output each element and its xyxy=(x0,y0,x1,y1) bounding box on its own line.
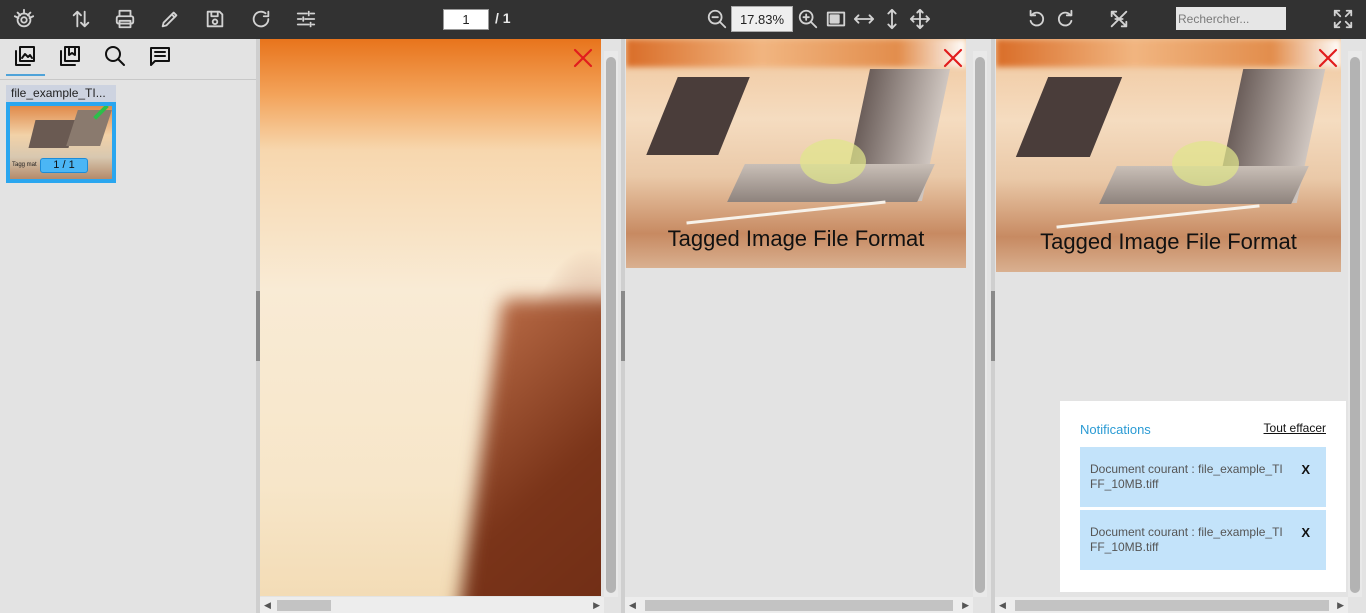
horizontal-scrollbar[interactable]: ◀ ▶ xyxy=(260,597,604,613)
top-toolbar: / 1 xyxy=(0,0,1366,39)
settings-sliders-icon[interactable] xyxy=(293,6,319,32)
notification-item: Document courant : file_example_TIFF_10M… xyxy=(1080,510,1326,570)
thumbnail-card[interactable]: file_example_TI... Tagg mat 1 / 1 xyxy=(6,85,116,183)
comments-tab-icon[interactable] xyxy=(146,42,174,70)
rotate-left-icon[interactable] xyxy=(1024,6,1050,32)
horizontal-scrollbar[interactable]: ◀ ▶ xyxy=(625,597,973,613)
sidebar-divider xyxy=(0,79,256,80)
search-input[interactable] xyxy=(1176,7,1286,30)
fit-width-icon[interactable] xyxy=(851,6,877,32)
fit-page-icon[interactable] xyxy=(823,6,849,32)
logo-icon[interactable] xyxy=(11,6,37,32)
page-number-input[interactable] xyxy=(443,9,489,30)
compare-tools-icon[interactable] xyxy=(1106,6,1132,32)
page-total-label: / 1 xyxy=(495,10,511,26)
close-pane-icon[interactable] xyxy=(942,47,964,69)
document-image[interactable]: Tagged Image File Format xyxy=(996,39,1341,272)
sidebar: file_example_TI... Tagg mat 1 / 1 xyxy=(0,39,256,613)
thumbnail-page-label: 1 / 1 xyxy=(40,158,88,173)
bookmarks-tab-icon[interactable] xyxy=(56,42,84,70)
search-tab-icon[interactable] xyxy=(101,42,129,70)
document-image-zoomed[interactable] xyxy=(260,39,601,596)
refresh-icon[interactable] xyxy=(248,6,274,32)
vertical-scrollbar[interactable] xyxy=(604,51,618,597)
vertical-scrollbar[interactable] xyxy=(1348,51,1362,597)
rotate-right-icon[interactable] xyxy=(1052,6,1078,32)
close-pane-icon[interactable] xyxy=(1317,47,1339,69)
viewer-pane-2: Tagged Image File Format ◀ ▶ xyxy=(625,39,991,613)
image-caption: Tagged Image File Format xyxy=(667,226,925,251)
notification-text: Document courant : file_example_TIFF_10M… xyxy=(1090,525,1283,554)
thumbnail-filename: file_example_TI... xyxy=(11,86,106,100)
horizontal-scrollbar[interactable]: ◀ ▶ xyxy=(995,597,1348,613)
save-icon[interactable] xyxy=(202,6,228,32)
pencil-icon[interactable] xyxy=(157,6,183,32)
viewer-pane-1: ◀ ▶ xyxy=(260,39,621,613)
zoom-in-icon[interactable] xyxy=(795,6,821,32)
thumbnail-caption: Tagg mat xyxy=(12,162,37,168)
vertical-scrollbar[interactable] xyxy=(973,51,987,597)
clear-all-link[interactable]: Tout effacer xyxy=(1264,421,1326,435)
sort-icon[interactable] xyxy=(68,6,94,32)
active-tab-indicator xyxy=(6,74,45,76)
print-icon[interactable] xyxy=(112,6,138,32)
notification-text: Document courant : file_example_TIFF_10M… xyxy=(1090,462,1283,491)
thumbnail-frame[interactable]: Tagg mat 1 / 1 xyxy=(6,102,116,183)
dismiss-notification-button[interactable]: X xyxy=(1301,462,1310,477)
dismiss-notification-button[interactable]: X xyxy=(1301,525,1310,540)
fullscreen-icon[interactable] xyxy=(1330,6,1356,32)
fit-height-icon[interactable] xyxy=(879,6,905,32)
notification-item: Document courant : file_example_TIFF_10M… xyxy=(1080,447,1326,507)
pan-move-icon[interactable] xyxy=(907,6,933,32)
image-caption: Tagged Image File Format xyxy=(1040,229,1297,254)
close-pane-icon[interactable] xyxy=(572,47,594,69)
notifications-title: Notifications xyxy=(1080,422,1151,437)
zoom-level-input[interactable] xyxy=(731,6,793,32)
notifications-panel: Notifications Tout effacer Document cour… xyxy=(1060,401,1346,592)
zoom-out-icon[interactable] xyxy=(704,6,730,32)
thumbnail-image[interactable]: Tagg mat 1 / 1 xyxy=(10,106,112,179)
thumbnails-tab-icon[interactable] xyxy=(11,42,39,70)
document-image[interactable]: Tagged Image File Format xyxy=(626,39,966,268)
